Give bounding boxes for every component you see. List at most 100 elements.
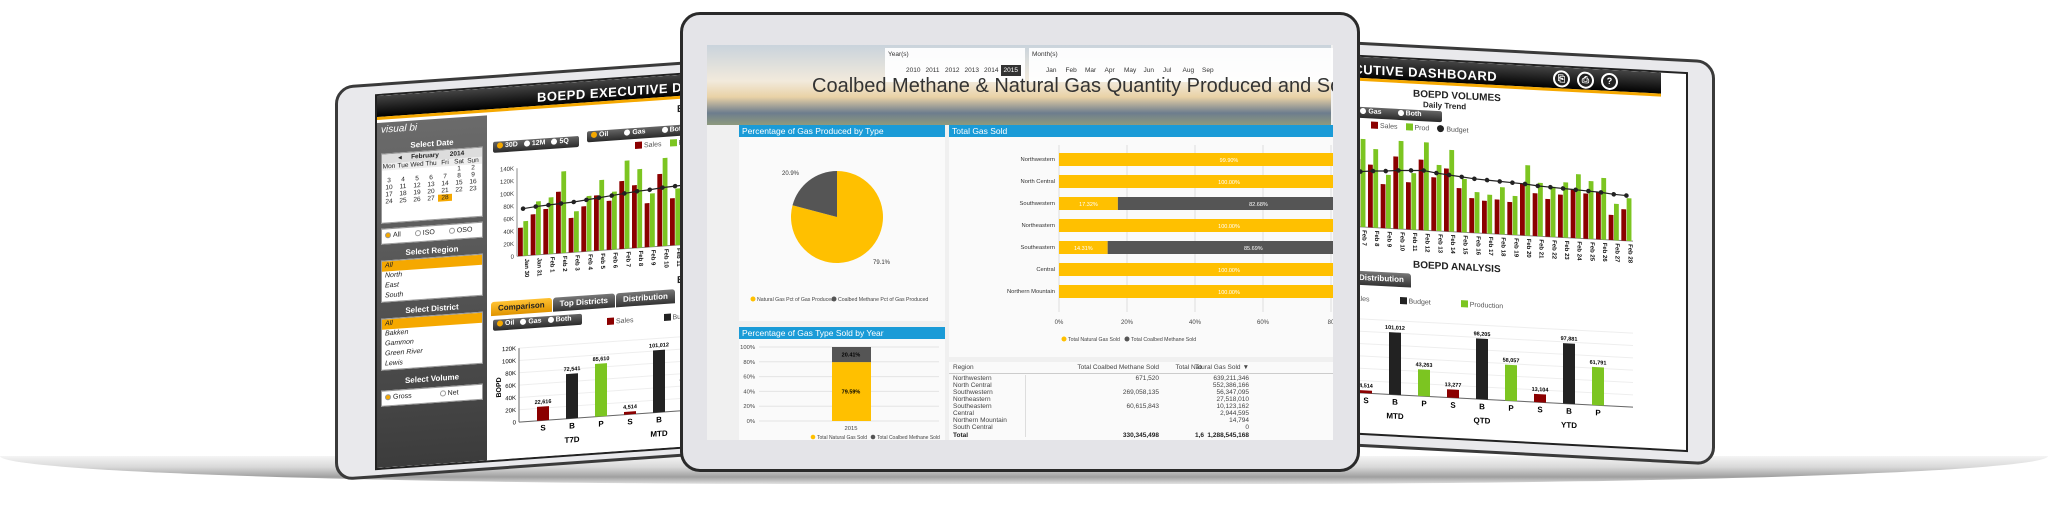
table-row[interactable]: Southeastern 60,615,843 10,123,162 xyxy=(949,403,1333,410)
category-label: Northeastern xyxy=(1021,223,1055,229)
tab-distribution[interactable]: Distribution xyxy=(1351,270,1411,288)
legend-label: Total Coalbed Methane Sold xyxy=(877,435,940,440)
prod-bar xyxy=(649,193,655,247)
legend-label: Coalbed Methane Pct of Gas Produced xyxy=(838,297,928,303)
x-tick-label: Feb 9 xyxy=(1386,231,1392,248)
table-row[interactable]: Northeastern 27,518,010 xyxy=(949,396,1333,403)
x-tick-label: Feb 8 xyxy=(1373,231,1379,248)
sales-bar xyxy=(1447,389,1459,399)
x-tick-label: Feb 13 xyxy=(1436,234,1442,254)
period-label: QTD xyxy=(1474,416,1491,426)
prod-bar xyxy=(561,171,567,254)
bar-category-label: S xyxy=(540,423,546,432)
x-tick-label: Feb 2 xyxy=(561,256,567,273)
table-cell: 639,211,346 xyxy=(1213,375,1249,382)
sales-bar xyxy=(619,180,625,250)
table-cell: Northeastern xyxy=(953,396,991,403)
volume-radio-gross[interactable]: Gross xyxy=(385,393,412,402)
sales-bar xyxy=(581,206,587,252)
report-title: Coalbed Methane & Natural Gas Quantity P… xyxy=(812,75,1333,97)
table-row[interactable]: Northern Mountain 14,794 xyxy=(949,417,1333,424)
budget-point xyxy=(1548,184,1553,190)
data-label: 13,277 xyxy=(1445,382,1462,389)
pie-panel-title: Percentage of Gas Produced by Type xyxy=(739,125,945,137)
table-row[interactable]: Northwestern 671,520 639,211,346 xyxy=(949,375,1333,382)
prod-bar xyxy=(1601,177,1607,240)
budget-bar xyxy=(1476,338,1488,400)
bar-category-label: B xyxy=(1392,398,1398,407)
legend-label: Total Natural Gas Sold xyxy=(1068,337,1120,343)
y-axis-label: BOPD xyxy=(496,377,503,398)
prod-bar xyxy=(1373,149,1379,228)
table-total-cell: Total xyxy=(953,432,969,439)
product-option[interactable]: Gas xyxy=(520,318,542,326)
data-label: 13,104 xyxy=(1532,387,1550,394)
table-row[interactable]: North Central 552,386,166 xyxy=(949,382,1333,389)
column-header[interactable]: Total Natural Gas Sold ▼ xyxy=(1109,364,1249,371)
y-tick-label: 0 xyxy=(511,254,515,260)
product-option[interactable]: Oil xyxy=(497,319,514,327)
column-header[interactable]: To xyxy=(1195,364,1215,371)
table-cell: 2,944,595 xyxy=(1220,410,1249,417)
prod-bar xyxy=(535,201,541,255)
prod-bar xyxy=(611,191,617,250)
table-cell: 56,347,095 xyxy=(1216,389,1249,396)
volume-radio-net[interactable]: Net xyxy=(439,389,459,397)
legend-label: Budget xyxy=(1408,298,1431,307)
tab-distribution[interactable]: Distribution xyxy=(615,289,675,308)
radio-icon xyxy=(547,316,554,324)
data-label: 58,057 xyxy=(1503,358,1520,365)
data-label: 22,616 xyxy=(535,399,552,406)
column-header[interactable]: Region xyxy=(953,364,1023,371)
y-tick-label: 140K xyxy=(500,166,514,173)
x-tick-label: Feb 26 xyxy=(1601,243,1607,263)
tab-comparison[interactable]: Comparison xyxy=(491,297,552,317)
table-cell: North Central xyxy=(953,382,992,389)
period-label: MTD xyxy=(650,429,668,439)
category-label: Southeastern xyxy=(1021,245,1055,251)
table-row[interactable]: South Central 0 xyxy=(949,424,1333,431)
comparison-product-toggle[interactable]: Oil Gas Both xyxy=(493,313,582,331)
table-cell: Southwestern xyxy=(953,389,993,396)
budget-point xyxy=(520,206,526,211)
table-row[interactable]: Southwestern 269,058,135 56,347,095 xyxy=(949,389,1333,396)
prod-bar xyxy=(1575,174,1581,239)
sales-bar xyxy=(644,202,650,248)
prod-bar xyxy=(1626,198,1632,242)
y-tick-label: 80K xyxy=(505,371,516,378)
x-tick-label: 40% xyxy=(1189,320,1202,326)
data-label: 72,541 xyxy=(564,366,581,373)
district-list[interactable]: All Bakken Gammon Green River Lewis xyxy=(381,311,483,371)
region-table: Region Total Coalbed Methane Sold Total Na… xyxy=(949,362,1333,440)
budget-point xyxy=(1510,180,1515,185)
sales-bar xyxy=(1545,198,1551,237)
coalbed-bar xyxy=(1117,197,1333,210)
table-cell: Northwestern xyxy=(953,375,992,382)
sort-desc-icon[interactable]: ▼ xyxy=(1243,364,1249,371)
y-tick-label: 100K xyxy=(500,192,514,199)
x-tick-label: Feb 6 xyxy=(612,252,618,269)
x-tick-label: Feb 8 xyxy=(637,250,643,267)
product-option[interactable]: Both xyxy=(547,315,572,324)
y-tick-label: 100% xyxy=(740,345,755,351)
data-label: 4,514 xyxy=(1359,383,1374,390)
production-bar xyxy=(595,363,607,417)
category-label: Central xyxy=(1036,267,1055,273)
radio-label: Gross xyxy=(393,392,412,401)
sales-bar xyxy=(606,200,612,250)
tab-top-districts[interactable]: Top Districts xyxy=(552,293,615,312)
data-label: 4,514 xyxy=(623,404,638,411)
gridline xyxy=(1323,349,1633,371)
table-row[interactable]: Central 2,944,595 xyxy=(949,410,1333,417)
gridline xyxy=(1323,312,1633,334)
x-tick-label: Feb 18 xyxy=(1500,237,1506,257)
data-label: 82.68% xyxy=(1249,202,1268,208)
budget-point xyxy=(1611,191,1617,197)
y-tick-label: 60% xyxy=(743,375,755,381)
table-cell: 14,794 xyxy=(1229,417,1249,424)
bar-category-label: B xyxy=(656,415,662,424)
sales-bar xyxy=(543,208,549,255)
sales-bar xyxy=(1444,168,1449,232)
natural-gas-bar xyxy=(1059,219,1333,232)
data-label: 100.00% xyxy=(1218,180,1240,186)
